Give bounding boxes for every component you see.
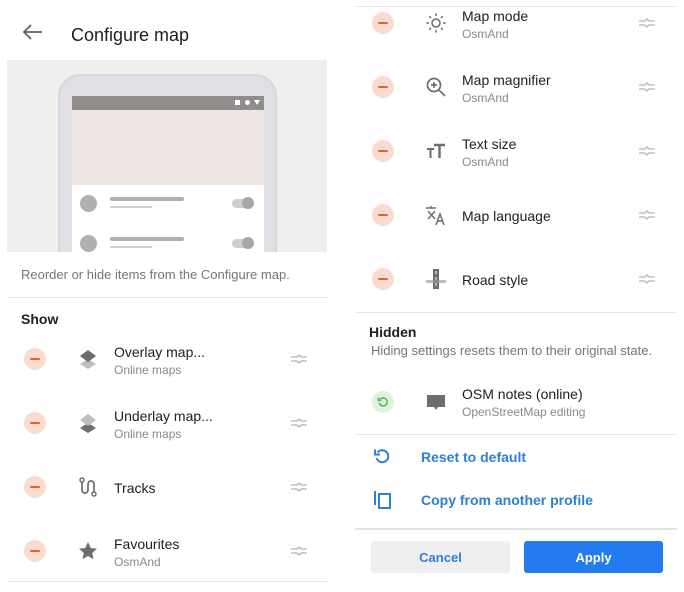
reset-to-default-button[interactable]: Reset to default	[355, 437, 677, 477]
list-item-map-magnifier[interactable]: Map magnifier OsmAnd	[355, 56, 677, 120]
page-title: Configure map	[71, 25, 190, 45]
star-icon	[79, 542, 97, 560]
drag-handle-icon[interactable]	[637, 16, 657, 30]
apply-button[interactable]: Apply	[524, 541, 663, 573]
list-item-map-language[interactable]: Map language	[355, 184, 677, 248]
zoom-in-icon	[426, 77, 446, 97]
restore-button[interactable]	[372, 391, 394, 413]
drag-handle-icon[interactable]	[289, 352, 309, 366]
drag-handle-icon[interactable]	[637, 272, 657, 286]
remove-button[interactable]	[24, 476, 46, 498]
hidden-section-description: Hiding settings resets them to their ori…	[371, 343, 653, 358]
divider	[7, 297, 327, 298]
phone-row	[72, 225, 264, 252]
road-icon	[426, 269, 446, 289]
left-pane: Configure map Reorder or hide items from…	[7, 0, 327, 592]
divider	[355, 434, 677, 435]
drag-handle-icon[interactable]	[637, 144, 657, 158]
sun-icon	[426, 13, 446, 33]
list-item-underlay-map[interactable]: Underlay map... Online maps	[7, 392, 327, 456]
text-size-icon	[427, 143, 445, 158]
copy-from-profile-button[interactable]: Copy from another profile	[355, 480, 677, 520]
list-item-tracks[interactable]: Tracks	[7, 456, 327, 520]
illustration	[7, 60, 327, 252]
route-icon	[79, 477, 97, 497]
drag-handle-icon[interactable]	[637, 208, 657, 222]
divider	[355, 528, 677, 530]
remove-button[interactable]	[372, 12, 394, 34]
translate-icon	[426, 206, 445, 226]
description: Reorder or hide items from the Configure…	[21, 267, 290, 282]
remove-button[interactable]	[372, 268, 394, 290]
remove-button[interactable]	[372, 140, 394, 162]
list-item-text-size[interactable]: Text size OsmAnd	[355, 120, 677, 184]
drag-handle-icon[interactable]	[637, 80, 657, 94]
phone-status-bar	[72, 96, 264, 110]
remove-button[interactable]	[24, 412, 46, 434]
list-item-osm-notes[interactable]: OSM notes (online) OpenStreetMap editing	[355, 370, 677, 434]
cancel-button[interactable]: Cancel	[371, 541, 510, 573]
phone-row	[72, 185, 264, 225]
divider	[7, 581, 327, 582]
layers-bottom-icon	[80, 414, 96, 433]
show-section-title: Show	[21, 311, 59, 327]
right-pane: Map mode OsmAnd Map magnifier OsmAnd Tex…	[355, 0, 677, 592]
app-bar: Configure map	[7, 0, 327, 60]
arrow-left-icon[interactable]	[23, 24, 43, 40]
remove-button[interactable]	[24, 540, 46, 562]
square-icon	[235, 100, 240, 105]
divider	[355, 312, 677, 313]
reset-icon	[374, 449, 390, 464]
triangle-icon	[254, 100, 260, 105]
remove-button[interactable]	[372, 204, 394, 226]
phone-map-area	[72, 110, 264, 185]
comment-icon	[427, 395, 445, 410]
circle-icon	[245, 100, 250, 105]
drag-handle-icon[interactable]	[289, 544, 309, 558]
drag-handle-icon[interactable]	[289, 480, 309, 494]
layers-top-icon	[80, 350, 96, 369]
remove-button[interactable]	[372, 76, 394, 98]
phone-illustration	[58, 74, 277, 252]
list-item-road-style[interactable]: Road style	[355, 248, 677, 312]
restore-icon	[377, 397, 388, 407]
hidden-section-title: Hidden	[369, 324, 417, 340]
list-item-favourites[interactable]: Favourites OsmAnd	[7, 520, 327, 584]
copy-icon	[374, 491, 391, 509]
drag-handle-icon[interactable]	[289, 416, 309, 430]
list-item-overlay-map[interactable]: Overlay map... Online maps	[7, 328, 327, 392]
list-item-map-mode[interactable]: Map mode OsmAnd	[355, 0, 677, 56]
remove-button[interactable]	[24, 348, 46, 370]
